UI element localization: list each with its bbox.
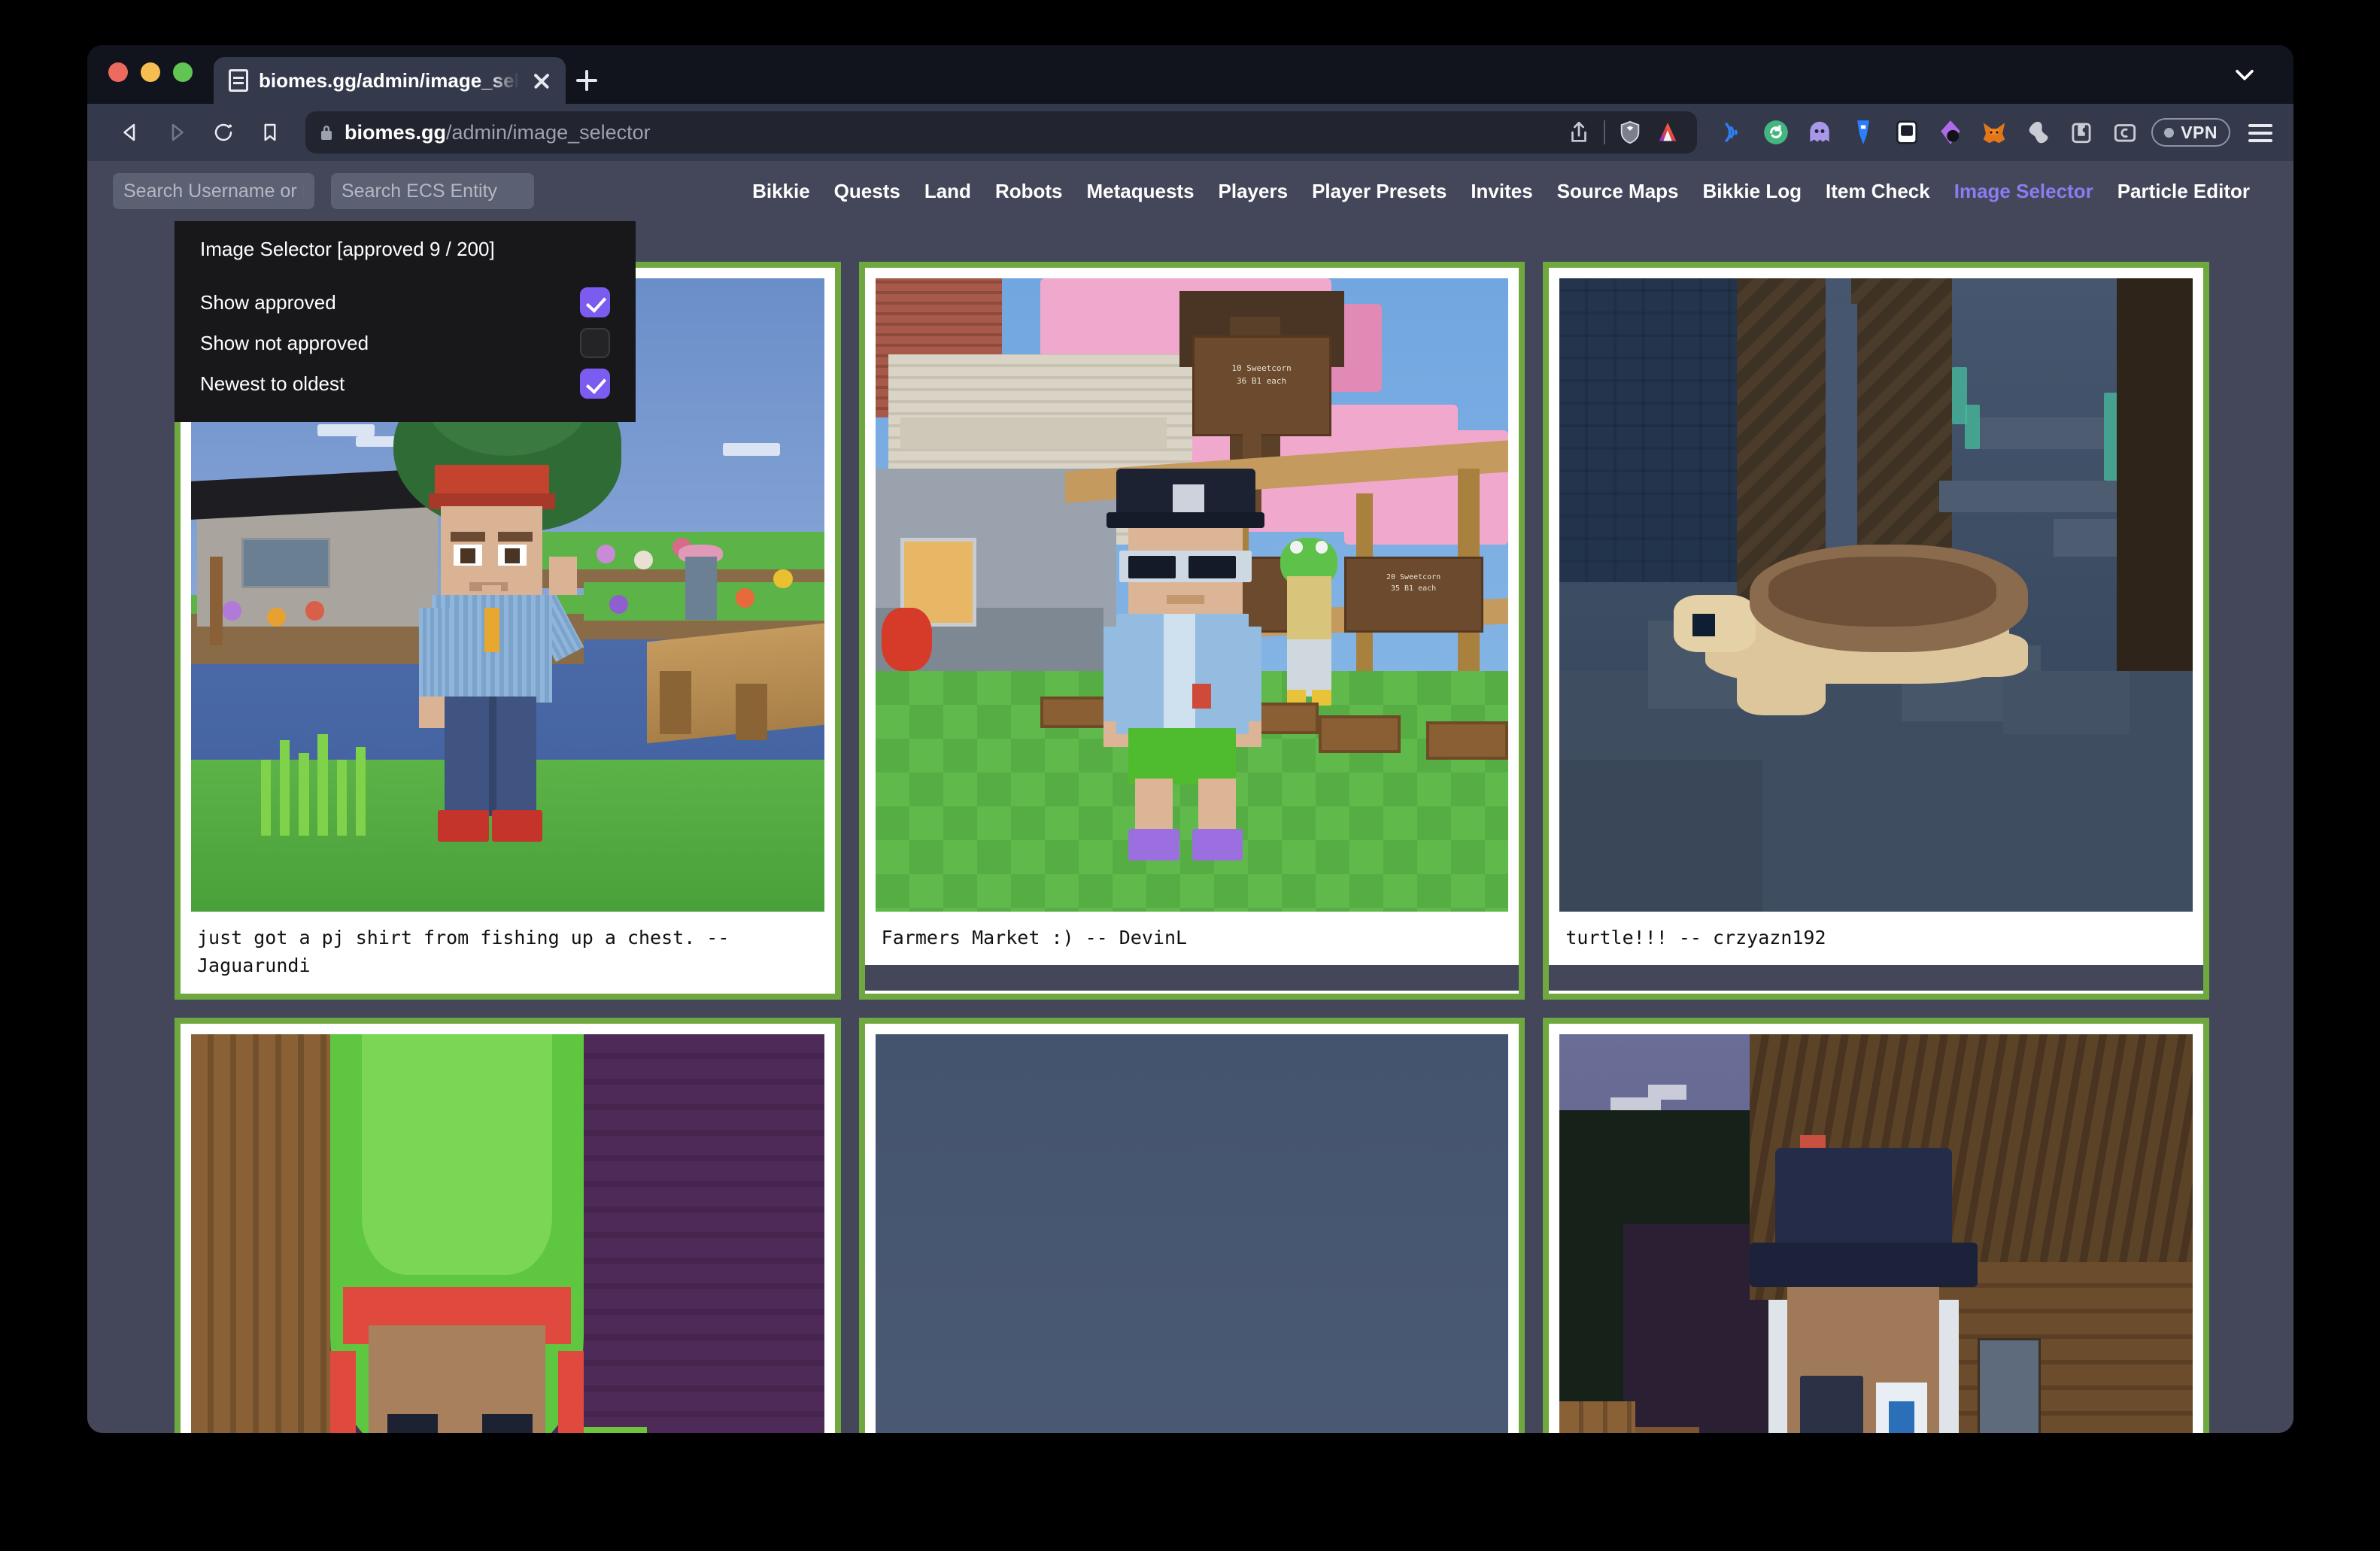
- reader-mode-icon: [229, 69, 248, 92]
- sync-refresh-icon[interactable]: [1762, 118, 1790, 147]
- bookmark-icon[interactable]: [247, 109, 293, 156]
- option-label: Show not approved: [200, 332, 369, 355]
- image-caption: just got a pj shirt from fishing up a ch…: [181, 912, 835, 994]
- option-label: Show approved: [200, 291, 336, 314]
- sign-line-1: 20 Sweetcorn: [1386, 573, 1440, 581]
- search-ecs-input[interactable]: [331, 173, 534, 209]
- card-wallet-icon[interactable]: [2111, 118, 2139, 147]
- image-caption: Farmers Market :) -- DevinL: [865, 912, 1519, 966]
- option-label: Newest to oldest: [200, 372, 345, 396]
- browser-tab-active[interactable]: biomes.gg/admin/image_selecto: [214, 57, 566, 104]
- browser-window: biomes.gg/admin/image_selecto biome: [87, 45, 2293, 1433]
- close-window-button[interactable]: [108, 62, 128, 82]
- nav-robots[interactable]: Robots: [983, 180, 1075, 203]
- brave-leo-icon[interactable]: [1655, 120, 1680, 145]
- image-frame: [1549, 268, 2203, 912]
- address-bar[interactable]: biomes.gg/admin/image_selector: [305, 111, 1697, 153]
- browser-toolbar: biomes.gg/admin/image_selector VPN: [87, 104, 2293, 161]
- sign-line-2: 36 B1 each: [1237, 376, 1286, 386]
- rabby-wallet-icon[interactable]: [1849, 118, 1878, 147]
- image-card[interactable]: [1543, 1018, 2209, 1433]
- nav-player-presets[interactable]: Player Presets: [1300, 180, 1459, 203]
- game-screenshot-night-porch-avatar[interactable]: [1559, 1034, 2193, 1433]
- nav-bikkie[interactable]: Bikkie: [740, 180, 822, 203]
- image-card[interactable]: 10 Sweetcorn 36 B1 each: [859, 262, 1525, 1000]
- close-icon[interactable]: [530, 68, 554, 93]
- url-domain: biomes.gg: [345, 121, 446, 144]
- divider: [1604, 120, 1605, 144]
- show-approved-checkbox[interactable]: [580, 287, 610, 317]
- sign-line-2: 35 B1 each: [1391, 584, 1436, 593]
- search-username-input[interactable]: [113, 173, 314, 209]
- nav-source-maps[interactable]: Source Maps: [1545, 180, 1691, 203]
- url-path: /admin/image_selector: [446, 121, 651, 144]
- page-content: Bikkie Quests Land Robots Metaquests Pla…: [87, 161, 2293, 1433]
- image-card[interactable]: [859, 1018, 1525, 1433]
- market-sign-text: 10 Sweetcorn 36 B1 each: [1195, 363, 1329, 387]
- game-screenshot-green-hair-avatar[interactable]: [191, 1034, 824, 1433]
- address-bar-actions: [1566, 120, 1683, 145]
- option-show-approved[interactable]: Show approved: [200, 282, 610, 323]
- image-card[interactable]: turtle!!! -- crzyazn192: [1543, 262, 2209, 1000]
- newest-to-oldest-checkbox[interactable]: [580, 369, 610, 399]
- vpn-label: VPN: [2181, 123, 2218, 143]
- share-icon[interactable]: [1566, 120, 1592, 145]
- hamburger-menu-icon[interactable]: [2247, 119, 2274, 146]
- show-not-approved-checkbox[interactable]: [580, 328, 610, 358]
- minimize-window-button[interactable]: [141, 62, 160, 82]
- nav-item-check[interactable]: Item Check: [1814, 180, 1942, 203]
- keplr-wallet-icon[interactable]: [1936, 118, 1965, 147]
- option-newest-to-oldest[interactable]: Newest to oldest: [200, 363, 610, 404]
- image-frame: [1549, 1024, 2203, 1433]
- extensions-strip: [1705, 118, 2139, 147]
- lock-icon: [319, 123, 334, 141]
- nav-image-selector[interactable]: Image Selector: [1942, 180, 2105, 203]
- image-frame: 10 Sweetcorn 36 B1 each: [865, 268, 1519, 912]
- forward-arrow-icon[interactable]: [153, 109, 200, 156]
- gallery-row: [87, 1018, 2293, 1433]
- puzzle-extensions-icon[interactable]: [2067, 118, 2096, 147]
- nav-metaquests[interactable]: Metaquests: [1074, 180, 1206, 203]
- options-title: Image Selector [approved 9 / 200]: [200, 238, 610, 261]
- app-nav: Bikkie Quests Land Robots Metaquests Pla…: [740, 180, 2268, 203]
- phantom-wallet-icon[interactable]: [1893, 118, 1921, 147]
- nav-land[interactable]: Land: [912, 180, 983, 203]
- game-screenshot-orange-creature[interactable]: [876, 1034, 1509, 1433]
- tab-title: biomes.gg/admin/image_selecto: [259, 69, 519, 93]
- tab-strip: biomes.gg/admin/image_selecto: [87, 45, 2293, 104]
- rainbow-wallet-icon[interactable]: [2023, 118, 2052, 147]
- nav-players[interactable]: Players: [1207, 180, 1301, 203]
- maximize-window-button[interactable]: [173, 62, 193, 82]
- market-sign-text: 20 Sweetcorn 35 B1 each: [1346, 572, 1481, 594]
- url-text: biomes.gg/admin/image_selector: [345, 121, 651, 144]
- nav-particle-editor[interactable]: Particle Editor: [2105, 180, 2262, 203]
- game-screenshot-farmers-market[interactable]: 10 Sweetcorn 36 B1 each: [876, 278, 1509, 912]
- sign-line-1: 10 Sweetcorn: [1231, 363, 1291, 373]
- brave-shields-icon[interactable]: [1617, 120, 1643, 145]
- card-action-bar[interactable]: [1549, 965, 2203, 991]
- metamask-fox-icon[interactable]: [1980, 118, 2008, 147]
- card-action-bar[interactable]: [865, 965, 1519, 991]
- plus-icon[interactable]: [566, 57, 606, 104]
- image-card[interactable]: [175, 1018, 841, 1433]
- image-gallery: just got a pj shirt from fishing up a ch…: [87, 262, 2293, 1433]
- app-header: Bikkie Quests Land Robots Metaquests Pla…: [87, 161, 2293, 221]
- wifi-cast-icon[interactable]: [1718, 118, 1747, 147]
- game-screenshot-underwater-turtle[interactable]: [1559, 278, 2193, 912]
- option-show-not-approved[interactable]: Show not approved: [200, 323, 610, 363]
- ghost-icon[interactable]: [1805, 118, 1834, 147]
- chevron-down-icon[interactable]: [2232, 62, 2257, 87]
- back-arrow-icon[interactable]: [107, 109, 153, 156]
- nav-bikkie-log[interactable]: Bikkie Log: [1691, 180, 1814, 203]
- reload-icon[interactable]: [200, 109, 247, 156]
- image-frame: [181, 1024, 835, 1433]
- nav-quests[interactable]: Quests: [822, 180, 912, 203]
- nav-invites[interactable]: Invites: [1459, 180, 1544, 203]
- window-traffic-lights: [108, 45, 193, 104]
- vpn-status-dot: [2164, 128, 2174, 138]
- vpn-toggle[interactable]: VPN: [2151, 118, 2230, 147]
- image-caption: turtle!!! -- crzyazn192: [1549, 912, 2203, 966]
- image-selector-options-panel: Image Selector [approved 9 / 200] Show a…: [175, 221, 636, 422]
- image-frame: [865, 1024, 1519, 1433]
